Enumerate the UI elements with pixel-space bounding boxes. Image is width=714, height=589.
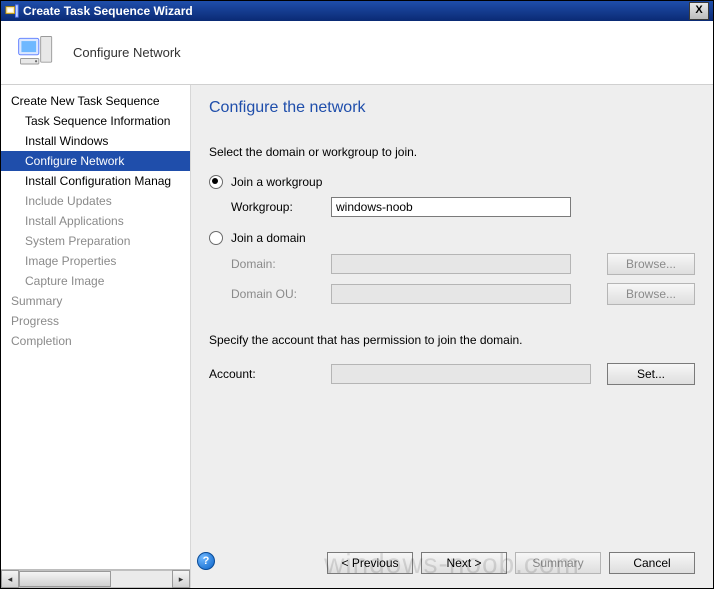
sidebar-item: Completion — [1, 331, 190, 351]
domain-ou-browse-button: Browse... — [607, 283, 695, 305]
domain-label: Domain: — [231, 257, 331, 271]
radio-checked-icon — [209, 175, 223, 189]
instruction-text: Select the domain or workgroup to join. — [209, 145, 695, 159]
wizard-buttons: < Previous Next > Summary Cancel — [327, 552, 695, 574]
sidebar-item[interactable]: Install Windows — [1, 131, 190, 151]
sidebar-item: Progress — [1, 311, 190, 331]
account-field-row: Account: Set... — [209, 363, 695, 385]
domain-browse-button: Browse... — [607, 253, 695, 275]
sidebar-item: Capture Image — [1, 271, 190, 291]
join-domain-label: Join a domain — [231, 231, 331, 245]
app-icon — [5, 4, 19, 18]
join-domain-radio[interactable]: Join a domain — [209, 231, 695, 245]
workgroup-input[interactable] — [331, 197, 571, 217]
help-icon[interactable]: ? — [197, 552, 215, 570]
titlebar: Create Task Sequence Wizard X — [1, 1, 713, 21]
radio-unchecked-icon — [209, 231, 223, 245]
wizard-body: Create New Task SequenceTask Sequence In… — [1, 85, 713, 588]
sidebar-item[interactable]: Configure Network — [1, 151, 190, 171]
join-workgroup-label: Join a workgroup — [231, 175, 331, 189]
cancel-button[interactable]: Cancel — [609, 552, 695, 574]
join-workgroup-radio[interactable]: Join a workgroup — [209, 175, 695, 189]
workgroup-label: Workgroup: — [231, 200, 331, 214]
set-account-button[interactable]: Set... — [607, 363, 695, 385]
domain-input — [331, 254, 571, 274]
header-text: Configure Network — [73, 45, 181, 60]
sidebar-item[interactable]: Create New Task Sequence — [1, 91, 190, 111]
sidebar-item: Summary — [1, 291, 190, 311]
scroll-left-button[interactable]: ◂ — [1, 570, 19, 588]
domain-ou-input — [331, 284, 571, 304]
computer-network-icon — [15, 31, 59, 75]
domain-ou-field-row: Domain OU: Browse... — [231, 283, 695, 305]
summary-button: Summary — [515, 552, 601, 574]
window-title: Create Task Sequence Wizard — [23, 4, 193, 18]
scroll-track[interactable] — [19, 570, 172, 588]
sidebar-item: Image Properties — [1, 251, 190, 271]
domain-field-row: Domain: Browse... — [231, 253, 695, 275]
page-heading: Configure the network — [209, 99, 695, 117]
previous-button[interactable]: < Previous — [327, 552, 413, 574]
account-label: Account: — [209, 367, 331, 381]
steps-sidebar: Create New Task SequenceTask Sequence In… — [1, 85, 191, 588]
scroll-thumb[interactable] — [19, 571, 111, 587]
specify-account-text: Specify the account that has permission … — [209, 333, 695, 347]
sidebar-item[interactable]: Install Configuration Manag — [1, 171, 190, 191]
sidebar-hscrollbar[interactable]: ◂ ▸ — [1, 569, 190, 588]
sidebar-item: Install Applications — [1, 211, 190, 231]
sidebar-item: System Preparation — [1, 231, 190, 251]
next-button[interactable]: Next > — [421, 552, 507, 574]
close-button[interactable]: X — [689, 2, 709, 20]
main-panel: Configure the network Select the domain … — [191, 85, 713, 588]
wizard-window: Create Task Sequence Wizard X Configure … — [0, 0, 714, 589]
sidebar-item[interactable]: Task Sequence Information — [1, 111, 190, 131]
domain-ou-label: Domain OU: — [231, 287, 331, 301]
header-band: Configure Network — [1, 21, 713, 85]
workgroup-field-row: Workgroup: — [231, 197, 695, 217]
account-input — [331, 364, 591, 384]
sidebar-item: Include Updates — [1, 191, 190, 211]
scroll-right-button[interactable]: ▸ — [172, 570, 190, 588]
